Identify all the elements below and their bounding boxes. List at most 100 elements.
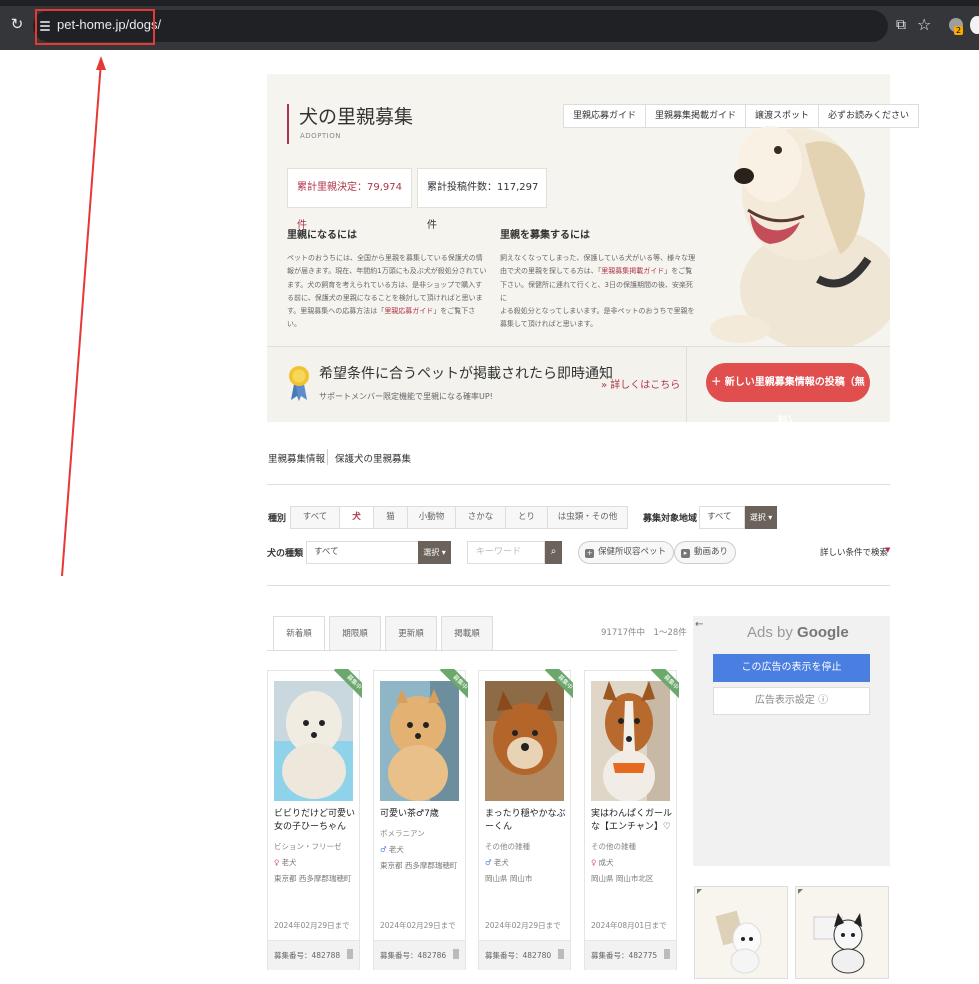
species-fish[interactable]: さかな	[456, 507, 506, 528]
pet-deadline: 2024年08月01日まで	[591, 921, 667, 930]
region-label: 募集対象地域	[643, 514, 698, 524]
pet-age: ♂ 老犬	[380, 845, 404, 854]
keyword-input[interactable]: キーワード	[467, 541, 545, 564]
region-select-value[interactable]: すべて	[699, 506, 745, 529]
hero-dog-image	[710, 126, 890, 346]
breadcrumb-adoption-info[interactable]: 里親募集情報	[268, 451, 325, 465]
divider	[267, 585, 890, 586]
recruiting-ribbon: 募集中	[537, 669, 573, 705]
stop-ad-button[interactable]: この広告の表示を停止	[713, 654, 870, 682]
adoption-guide-link[interactable]: 里親応募ガイド	[384, 307, 433, 315]
video-toggle[interactable]: ▸ 動画あり	[674, 541, 737, 564]
stat-posts-total: 累計投稿件数：117,297 件	[417, 168, 547, 231]
medal-icon	[289, 366, 309, 401]
species-label: 種別	[268, 514, 287, 524]
pet-card[interactable]: 募集中 まったり穏やかなぶーくん その他の雑種 ♂ 老犬 岡山県 岡山市 2024…	[478, 669, 573, 970]
listing-number: 募集番号：482780	[485, 951, 552, 960]
pet-card[interactable]: 募集中 可愛い茶♂7歳 ポメラニアン ♂ 老犬 東京都 西多摩郡瑞穂町 2024年…	[373, 669, 468, 970]
promo-image	[715, 910, 762, 974]
new-post-button[interactable]: ＋ 新しい里親募集情報の投稿（無料）	[706, 363, 870, 427]
ad-settings-button[interactable]: 広告表示設定 ⓘ	[713, 687, 870, 715]
url-highlight-box	[35, 9, 155, 45]
pet-title[interactable]: 可愛い茶♂7歳	[380, 808, 462, 821]
reload-icon[interactable]: ↻	[9, 16, 25, 32]
pet-age: ♂ 老犬	[485, 858, 509, 867]
profile-avatar[interactable]	[970, 16, 979, 34]
shelter-pet-toggle[interactable]: + 保健所収容ペット	[578, 541, 675, 564]
pet-title[interactable]: ビビりだけど可愛い女の子ひーちゃん	[274, 808, 356, 834]
breed-select-value[interactable]: すべて	[306, 541, 419, 564]
species-small-animal[interactable]: 小動物	[408, 507, 456, 528]
detailed-search-link[interactable]: 詳しい条件で検索	[820, 546, 888, 558]
listing-number: 募集番号：482788	[274, 951, 341, 960]
back-arrow-icon[interactable]: ←	[695, 619, 703, 630]
species-dog[interactable]: 犬	[340, 507, 374, 528]
notify-title: 希望条件に合うペットが掲載されたら即時通知	[319, 366, 613, 382]
listing-number: 募集番号：482775	[591, 951, 658, 960]
address-bar[interactable]	[33, 10, 888, 42]
pet-location: 東京都 西多摩郡瑞穂町	[380, 861, 458, 870]
bookmark-star-icon[interactable]: ☆	[917, 15, 931, 34]
species-bird[interactable]: とり	[506, 507, 548, 528]
title-accent-bar	[287, 104, 289, 144]
card-footer: 募集番号：482786	[374, 940, 465, 970]
pet-title[interactable]: 実はわんぱくガールな【エンチャン】♡	[591, 808, 673, 834]
pet-location: 岡山県 岡山市	[485, 874, 533, 883]
pet-card[interactable]: 募集中 ビビりだけど可愛い女の子ひーちゃん ビション・フリーゼ ♀ 老犬 東京都 …	[267, 669, 362, 970]
card-footer: 募集番号：482780	[479, 940, 570, 970]
pet-deadline: 2024年02月29日まで	[380, 921, 456, 930]
chevron-down-icon[interactable]: ▼	[885, 546, 890, 554]
pet-location: 岡山県 岡山市北区	[591, 874, 654, 883]
species-reptile-other[interactable]: は虫類・その他	[548, 507, 627, 528]
search-icon[interactable]: ⌕	[545, 541, 562, 564]
pet-deadline: 2024年02月29日まで	[274, 921, 350, 930]
tab-posted[interactable]: 掲載順	[441, 616, 493, 650]
nav-adoption-guide[interactable]: 里親応募ガイド	[564, 105, 647, 127]
bookmark-icon[interactable]	[347, 949, 353, 959]
pet-breed: ビション・フリーゼ	[274, 842, 342, 851]
extension-badge: 2	[954, 26, 964, 35]
listing-guide-link[interactable]: 里親募集掲載ガイド	[601, 267, 664, 275]
tab-deadline[interactable]: 期限順	[329, 616, 381, 650]
card-footer: 募集番号：482775	[585, 940, 676, 970]
page-subtitle: ADOPTION	[300, 132, 341, 140]
region-select-button[interactable]: 選択 ▾	[745, 506, 777, 529]
ads-by-google: Ads by Google	[747, 624, 849, 641]
tab-updated[interactable]: 更新順	[385, 616, 437, 650]
adopt-heading: 里親になるには	[287, 230, 357, 241]
stat-adopted-total: 累計里親決定：79,974 件	[287, 168, 412, 231]
card-footer: 募集番号：482788	[268, 940, 359, 970]
breed-select-button[interactable]: 選択 ▾	[418, 541, 451, 564]
divider	[267, 484, 890, 485]
pet-breed: ポメラニアン	[380, 829, 425, 838]
tab-newest[interactable]: 新着順	[273, 616, 325, 651]
recruiting-ribbon: 募集中	[326, 669, 362, 705]
pet-location: 東京都 西多摩郡瑞穂町	[274, 874, 352, 883]
female-icon: ♀	[274, 858, 280, 867]
bookmark-icon[interactable]	[453, 949, 459, 959]
species-cat[interactable]: 猫	[374, 507, 408, 528]
bookmark-icon[interactable]	[664, 949, 670, 959]
species-all[interactable]: すべて	[291, 507, 340, 528]
tab-strip	[0, 0, 979, 6]
female-icon: ♀	[591, 858, 597, 867]
pet-age: ♀ 成犬	[591, 858, 614, 867]
promo-card[interactable]	[795, 886, 889, 979]
page-title: 犬の里親募集	[299, 106, 414, 128]
notify-details-link[interactable]: » 詳しくはこちら	[601, 376, 680, 391]
breadcrumb-separator	[327, 449, 328, 465]
breed-label: 犬の種類	[267, 549, 304, 559]
notify-subtitle: サポートメンバー限定機能で里親になる確率UP!	[319, 392, 493, 401]
pet-age: ♀ 老犬	[274, 858, 297, 867]
video-icon: ▸	[681, 549, 690, 558]
result-count: 91717件中 1〜28件	[601, 628, 687, 638]
reader-mode-icon[interactable]: ⧉	[896, 17, 906, 33]
bookmark-icon[interactable]	[558, 949, 564, 959]
pet-breed: その他の雑種	[591, 842, 636, 851]
pet-title[interactable]: まったり穏やかなぶーくん	[485, 808, 567, 834]
rehome-text: 飼えなくなってしまった、保護している犬がいる等、様々な理 由で犬の里親を探してる…	[500, 254, 696, 329]
notify-divider	[686, 346, 687, 422]
pet-breed: その他の雑種	[485, 842, 530, 851]
promo-card[interactable]	[694, 886, 788, 979]
pet-card[interactable]: 募集中 実はわんぱくガールな【エンチャン】♡ その他の雑種 ♀ 成犬 岡山県 岡山…	[584, 669, 679, 970]
